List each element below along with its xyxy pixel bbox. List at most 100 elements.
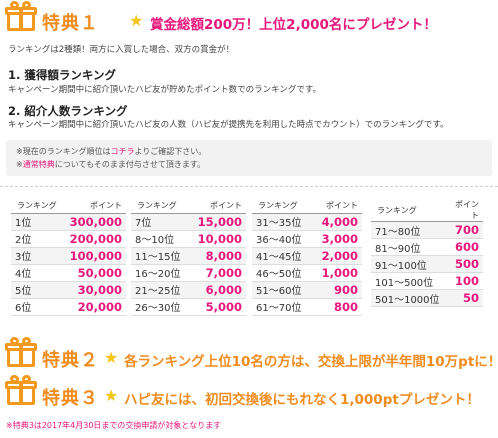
rank-cell: 26〜30位: [131, 298, 190, 316]
tokuten2-headline: 各ランキング上位10名の方は、交換上限が半年間10万ptに！: [124, 354, 498, 370]
star-icon: ★: [104, 386, 119, 405]
points-cell: 50: [443, 289, 483, 307]
rank-cell: 41〜45位: [252, 247, 313, 265]
rank-cell: 21〜25位: [131, 281, 190, 299]
table-row: 46〜50位 1,000: [252, 264, 362, 282]
note-box: ※現在のランキング順位はコチラよりご確認下さい。 ※通常特典についてもそのまま付…: [6, 140, 492, 176]
rank-cell: 4位: [11, 264, 63, 282]
rank-cell: 61〜70位: [252, 298, 313, 316]
points-cell: 800: [312, 298, 362, 316]
points-cell: 6,000: [189, 281, 246, 299]
tokuten3-headline: ハピ友には、初回交換後にもれなく1,000ptプレゼント！: [124, 392, 480, 408]
points-cell: 20,000: [62, 298, 126, 316]
tokuten3-footnote: ※特典3は2017年4月30日までの交換申請が対象となります: [6, 421, 222, 430]
rank-cell: 3位: [11, 247, 63, 265]
header-rank: ランキング: [131, 199, 190, 214]
table-row: 3位 100,000: [11, 247, 126, 265]
header-rank: ランキング: [252, 199, 313, 214]
points-cell: 3,000: [312, 230, 362, 248]
table-row: 36〜40位 3,000: [252, 230, 362, 248]
rank-cell: 2位: [11, 230, 63, 248]
header-rank: ランキング: [11, 199, 63, 214]
points-cell: 50,000: [62, 264, 126, 282]
gift-icon: [5, 336, 38, 370]
ranking-table-2: ランキング ポイント 7位 15,000 8〜10位 10,000 11〜15位 8,000 1…: [131, 199, 246, 316]
table-row: 41〜45位 2,000: [252, 247, 362, 265]
gift-icon: [5, 374, 38, 408]
table-header-row: ランキング ポイント: [371, 199, 483, 222]
gift-icon: [5, 0, 38, 34]
table-header-row: ランキング ポイント: [131, 199, 246, 214]
rank-cell: 51〜60位: [252, 281, 313, 299]
table-row: 26〜30位 5,000: [131, 298, 246, 316]
table-row: 6位 20,000: [11, 298, 126, 316]
points-cell: 100: [443, 272, 483, 290]
points-cell: 7,000: [189, 264, 246, 282]
rank-cell: 5位: [11, 281, 63, 299]
header-rank: ランキング: [371, 199, 444, 222]
table-row: 5位 30,000: [11, 281, 126, 299]
tokuten2-title: 特典２: [42, 350, 99, 371]
points-cell: 500: [443, 255, 483, 273]
ranking-table-1: ランキング ポイント 1位 300,000 2位 200,000 3位 100,000 4位 50…: [11, 199, 126, 316]
note-ranking-check: ※現在のランキング順位はコチラよりご確認下さい。: [16, 147, 207, 156]
rank-cell: 31〜35位: [252, 213, 313, 231]
table-row: 11〜15位 8,000: [131, 247, 246, 265]
table-header-row: ランキング ポイント: [11, 199, 126, 214]
table-row: 501〜1000位 50: [371, 289, 483, 307]
points-cell: 4,000: [312, 213, 362, 231]
rank-cell: 11〜15位: [131, 247, 190, 265]
points-cell: 8,000: [189, 247, 246, 265]
star-icon: ★: [104, 348, 119, 367]
table-header-row: ランキング ポイント: [252, 199, 362, 214]
star-icon: ★: [129, 11, 144, 30]
points-cell: 600: [443, 238, 483, 256]
table-row: 71〜80位 700: [371, 221, 483, 239]
table-row: 2位 200,000: [11, 230, 126, 248]
note-normal-bonus: ※通常特典についてもそのまま付与させて頂きます。: [16, 160, 206, 169]
rank-cell: 81〜90位: [371, 238, 444, 256]
table-row: 7位 15,000: [131, 213, 246, 231]
points-cell: 100,000: [62, 247, 126, 265]
ranking2-desc: キャンペーン期間中に紹介頂いたハピ友の人数（ハピ友が提携先を利用した時点でカウン…: [8, 120, 449, 130]
points-cell: 15,000: [189, 213, 246, 231]
ranking-table-3: ランキング ポイント 31〜35位 4,000 36〜40位 3,000 41〜45位 2,0…: [252, 199, 362, 316]
table-row: 91〜100位 500: [371, 255, 483, 273]
table-row: 51〜60位 900: [252, 281, 362, 299]
table-row: 1位 300,000: [11, 213, 126, 231]
rank-cell: 6位: [11, 298, 63, 316]
normal-bonus-link[interactable]: 通常特典: [23, 160, 55, 169]
rank-cell: 8〜10位: [131, 230, 190, 248]
rank-cell: 46〜50位: [252, 264, 313, 282]
header-points: ポイント: [312, 199, 362, 214]
points-cell: 300,000: [62, 213, 126, 231]
table-row: 4位 50,000: [11, 264, 126, 282]
table-row: 101〜500位 100: [371, 272, 483, 290]
points-cell: 10,000: [189, 230, 246, 248]
points-cell: 200,000: [62, 230, 126, 248]
points-cell: 30,000: [62, 281, 126, 299]
rank-cell: 91〜100位: [371, 255, 444, 273]
rank-cell: 71〜80位: [371, 221, 444, 239]
table-row: 61〜70位 800: [252, 298, 362, 316]
ranking1-title: 1. 獲得額ランキング: [8, 68, 117, 82]
tokuten1-intro: ランキングは2種類！両方に入賞した場合、双方の賞金が！: [8, 45, 235, 55]
points-cell: 900: [312, 281, 362, 299]
table-row: 81〜90位 600: [371, 238, 483, 256]
rank-cell: 501〜1000位: [371, 289, 444, 307]
points-cell: 2,000: [312, 247, 362, 265]
table-row: 21〜25位 6,000: [131, 281, 246, 299]
ranking-check-link[interactable]: コチラ: [110, 147, 134, 156]
tokuten1-title: 特典１: [42, 13, 99, 34]
tokuten3-title: 特典３: [42, 388, 99, 409]
ranking2-title: 2. 紹介人数ランキング: [8, 104, 128, 118]
ranking1-desc: キャンペーン期間中に紹介頂いたハピ友が貯めたポイント数でのランキングです。: [8, 85, 321, 95]
table-row: 31〜35位 4,000: [252, 213, 362, 231]
table-row: 16〜20位 7,000: [131, 264, 246, 282]
header-points: ポイント: [189, 199, 246, 214]
points-cell: 5,000: [189, 298, 246, 316]
points-cell: 700: [443, 221, 483, 239]
rank-cell: 7位: [131, 213, 190, 231]
divider: [0, 186, 498, 187]
tokuten1-headline: 賞金総額200万！上位2,000名にプレゼント！: [150, 17, 437, 33]
